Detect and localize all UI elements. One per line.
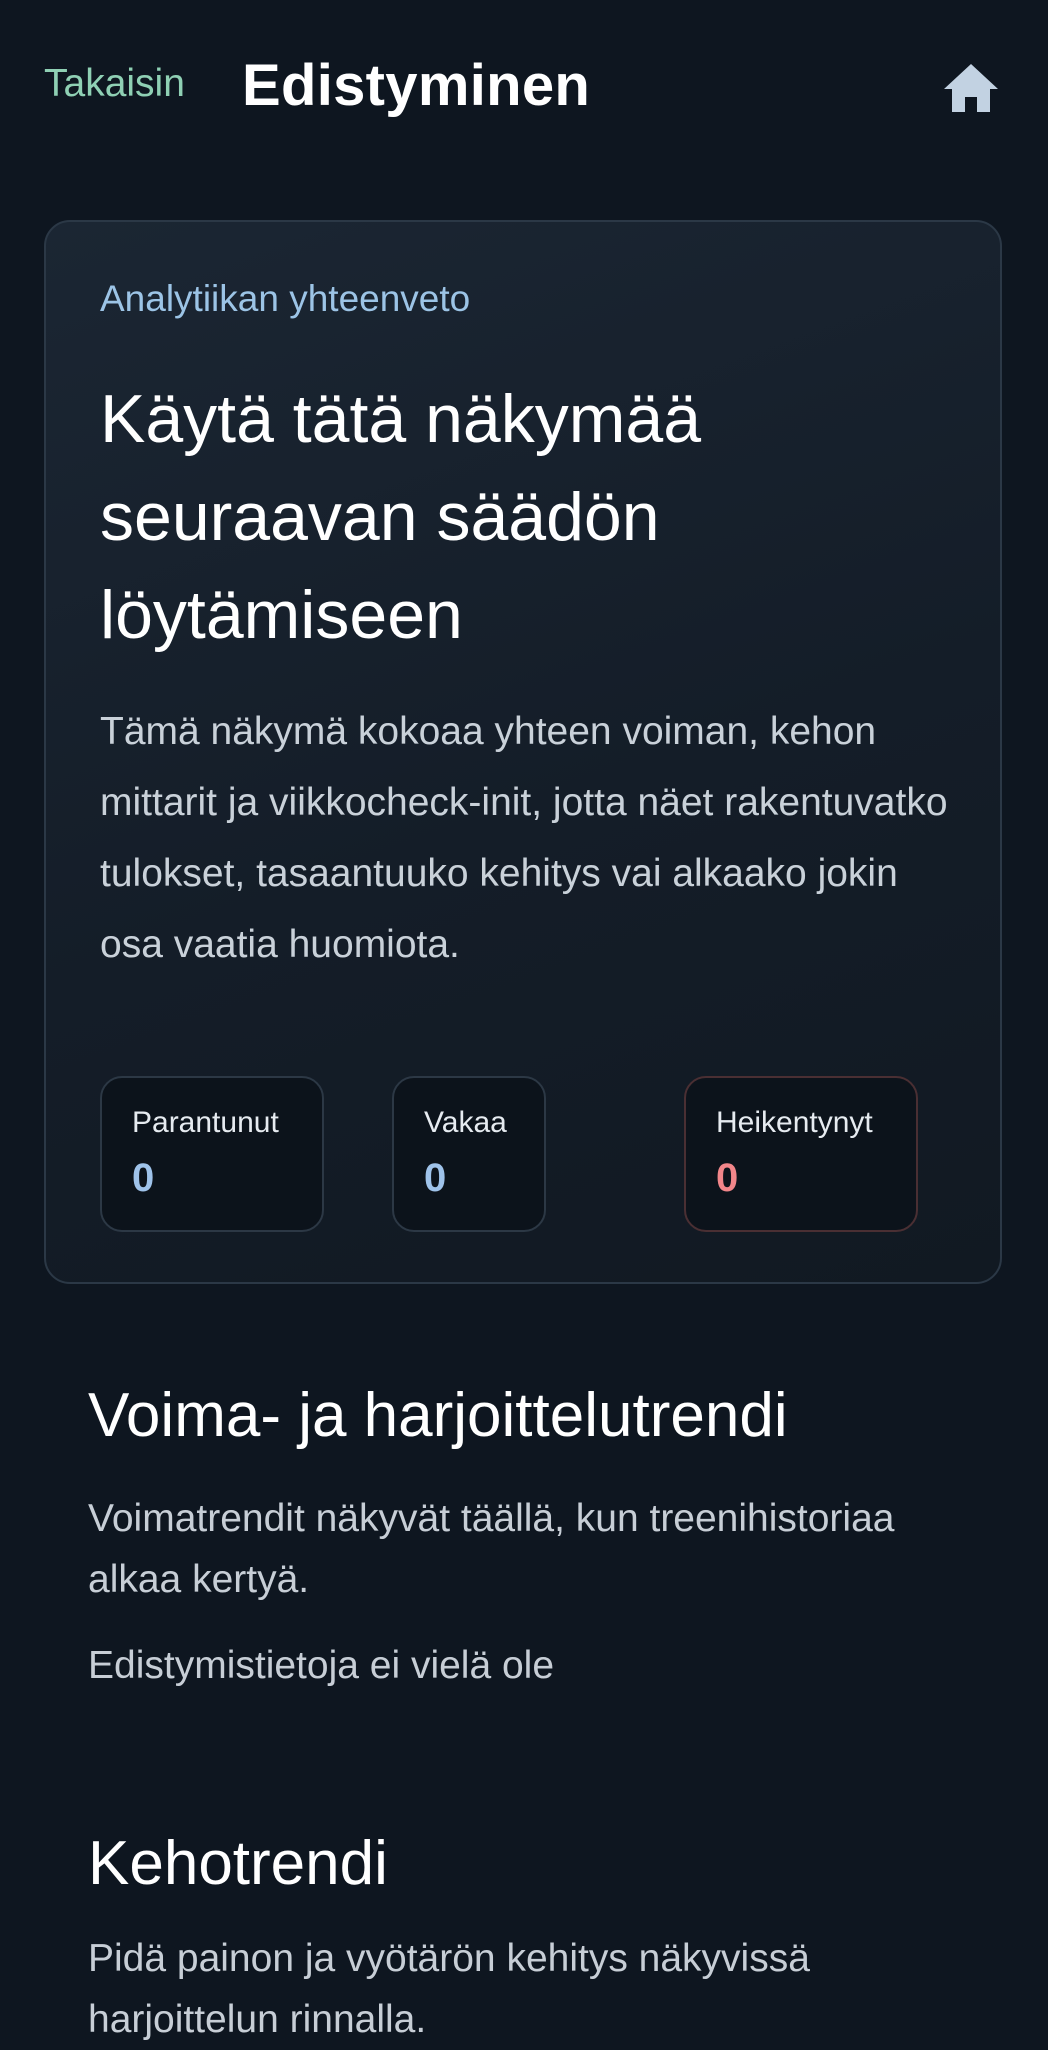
stat-declined-value: 0 <box>716 1156 739 1200</box>
top-app-bar: Takaisin Edistyminen <box>0 0 1048 180</box>
stat-declined: Heikentynyt 0 <box>684 1076 918 1232</box>
stat-improved-label: Parantunut <box>132 1106 279 1139</box>
body-trend-section: Kehotrendi Pidä painon ja vyötärön kehit… <box>88 1828 988 2041</box>
strength-trend-description: Voimatrendit näkyvät täällä, kun treenih… <box>88 1497 895 1601</box>
home-icon <box>942 60 1000 116</box>
home-button[interactable] <box>942 60 1000 116</box>
stat-improved-value: 0 <box>132 1156 155 1200</box>
stat-stable-value: 0 <box>424 1156 447 1200</box>
strength-trend-title: Voima- ja harjoittelutrendi <box>88 1381 788 1450</box>
body-trend-title: Kehotrendi <box>88 1829 388 1898</box>
strength-trend-section: Voima- ja harjoittelutrendi Voimatrendit… <box>88 1380 988 1687</box>
back-link[interactable]: Takaisin <box>44 62 185 106</box>
body-trend-description: Pidä painon ja vyötärön kehitys näkyviss… <box>88 1937 810 2041</box>
stat-stable: Vakaa 0 <box>392 1076 546 1232</box>
stat-stable-label: Vakaa <box>424 1106 507 1139</box>
summary-description: Tämä näkymä kokoaa yhteen voiman, kehon … <box>100 710 948 966</box>
page-title: Edistyminen <box>242 53 591 118</box>
analytics-summary-card: Analytiikan yhteenveto Käytä tätä näkymä… <box>44 220 1002 1284</box>
stat-declined-label: Heikentynyt <box>716 1106 873 1139</box>
summary-title: Käytä tätä näkymää seuraavan säädön löyt… <box>100 381 702 653</box>
summary-eyebrow: Analytiikan yhteenveto <box>100 278 471 319</box>
strength-trend-empty-state: Edistymistietoja ei vielä ole <box>88 1644 555 1687</box>
stat-improved: Parantunut 0 <box>100 1076 324 1232</box>
